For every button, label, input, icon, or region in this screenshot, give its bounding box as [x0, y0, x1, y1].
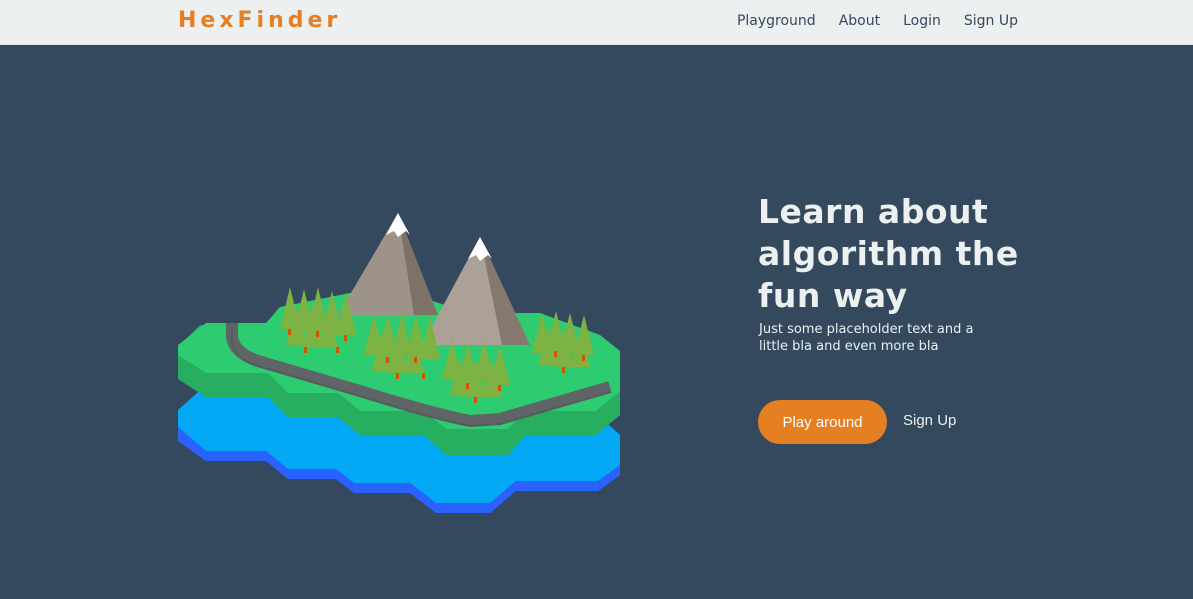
- brand-logo[interactable]: HexFinder: [178, 8, 341, 33]
- nav-links: Playground About Login Sign Up: [737, 13, 1018, 29]
- hero-headline: Learn about algorithm the fun way: [758, 192, 1019, 315]
- nav-login[interactable]: Login: [903, 13, 941, 29]
- hero-section: Learn about algorithm the fun way Just s…: [0, 45, 1193, 599]
- nav-about[interactable]: About: [839, 13, 880, 29]
- hero-signup-link[interactable]: Sign Up: [903, 412, 956, 429]
- top-navbar: HexFinder Playground About Login Sign Up: [0, 0, 1193, 45]
- nav-playground[interactable]: Playground: [737, 13, 816, 29]
- hero-subtext: Just some placeholder text and a little …: [759, 322, 974, 354]
- play-around-button[interactable]: Play around: [758, 400, 887, 444]
- island-illustration: [178, 213, 620, 513]
- nav-signup[interactable]: Sign Up: [964, 13, 1018, 29]
